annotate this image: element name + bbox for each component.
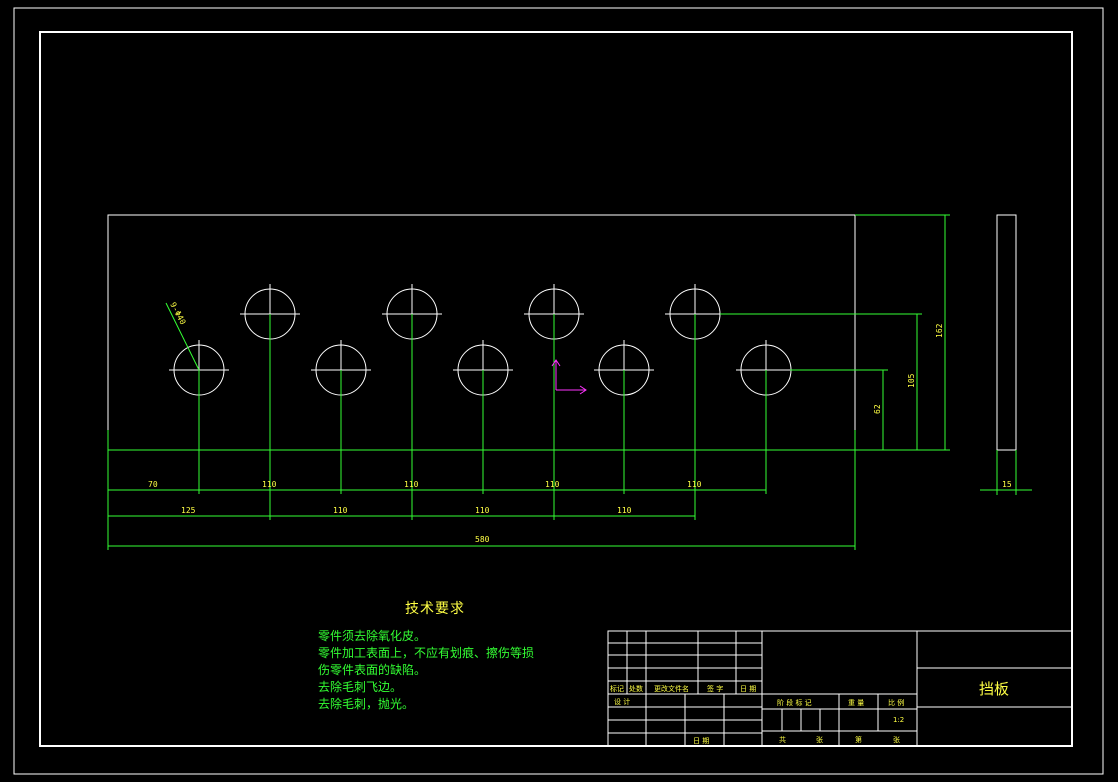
dim-110-c: 110 xyxy=(545,480,560,489)
ucs-icon xyxy=(551,359,587,395)
dim-110-f: 110 xyxy=(475,506,490,515)
tb-ratio: 比 例 xyxy=(888,699,905,707)
outer-border xyxy=(13,7,1104,775)
dim-110-g: 110 xyxy=(617,506,632,515)
technical-requirements-title: 技术要求 xyxy=(405,601,465,617)
side-view xyxy=(996,214,1017,451)
dim-110-b: 110 xyxy=(404,480,419,489)
tb-stage-mark: 阶 段 标 记 xyxy=(777,699,812,707)
dim-62: 62 xyxy=(873,404,882,414)
tb-date: 日 期 xyxy=(740,685,757,693)
side-view-outline xyxy=(996,214,1017,451)
dim-110-a: 110 xyxy=(262,480,277,489)
tb-mark: 标记 xyxy=(610,685,624,693)
tech-note: 零件须去除氧化皮。 xyxy=(318,629,427,643)
tech-note: 去除毛刺，抛光。 xyxy=(318,697,415,711)
technical-requirements-list: 零件须去除氧化皮。 零件加工表面上，不应有划痕、擦伤等损 伤零件表面的缺陷。 去… xyxy=(318,628,534,713)
dimension-lines xyxy=(107,214,1032,550)
tb-page-sheet: 张 xyxy=(893,736,900,744)
dim-15: 15 xyxy=(1002,480,1012,489)
dim-110-d: 110 xyxy=(687,480,702,489)
tech-note: 伤零件表面的缺陷。 xyxy=(318,663,427,677)
tb-weight: 重 量 xyxy=(848,699,865,707)
dim-105: 105 xyxy=(907,373,916,388)
tb-total: 共 xyxy=(779,736,786,744)
tb-file-no: 更改文件名 xyxy=(654,685,689,693)
tb-design: 设 计 xyxy=(614,698,631,706)
tb-date2: 日 期 xyxy=(693,737,710,745)
dim-580: 580 xyxy=(475,535,490,544)
dim-162: 162 xyxy=(935,323,944,338)
tb-count: 处数 xyxy=(629,685,643,693)
tech-note: 零件加工表面上，不应有划痕、擦伤等损 xyxy=(318,646,535,660)
dim-110-e: 110 xyxy=(333,506,348,515)
plate-outline xyxy=(107,214,856,451)
dim-70: 70 xyxy=(148,480,158,489)
tb-sign: 签 字 xyxy=(707,685,724,693)
tb-page: 第 xyxy=(855,736,862,744)
front-view xyxy=(107,214,856,451)
part-name: 挡板 xyxy=(978,679,1009,698)
tech-note: 去除毛刺飞边。 xyxy=(318,680,403,694)
tb-scale: 1:2 xyxy=(893,716,905,724)
cad-drawing-canvas: 70 110 110 110 110 125 110 110 110 580 1… xyxy=(13,7,1104,775)
dim-125: 125 xyxy=(181,506,196,515)
dimension-texts: 70 110 110 110 110 125 110 110 110 580 1… xyxy=(148,301,1012,544)
tb-sheet: 张 xyxy=(816,736,823,744)
